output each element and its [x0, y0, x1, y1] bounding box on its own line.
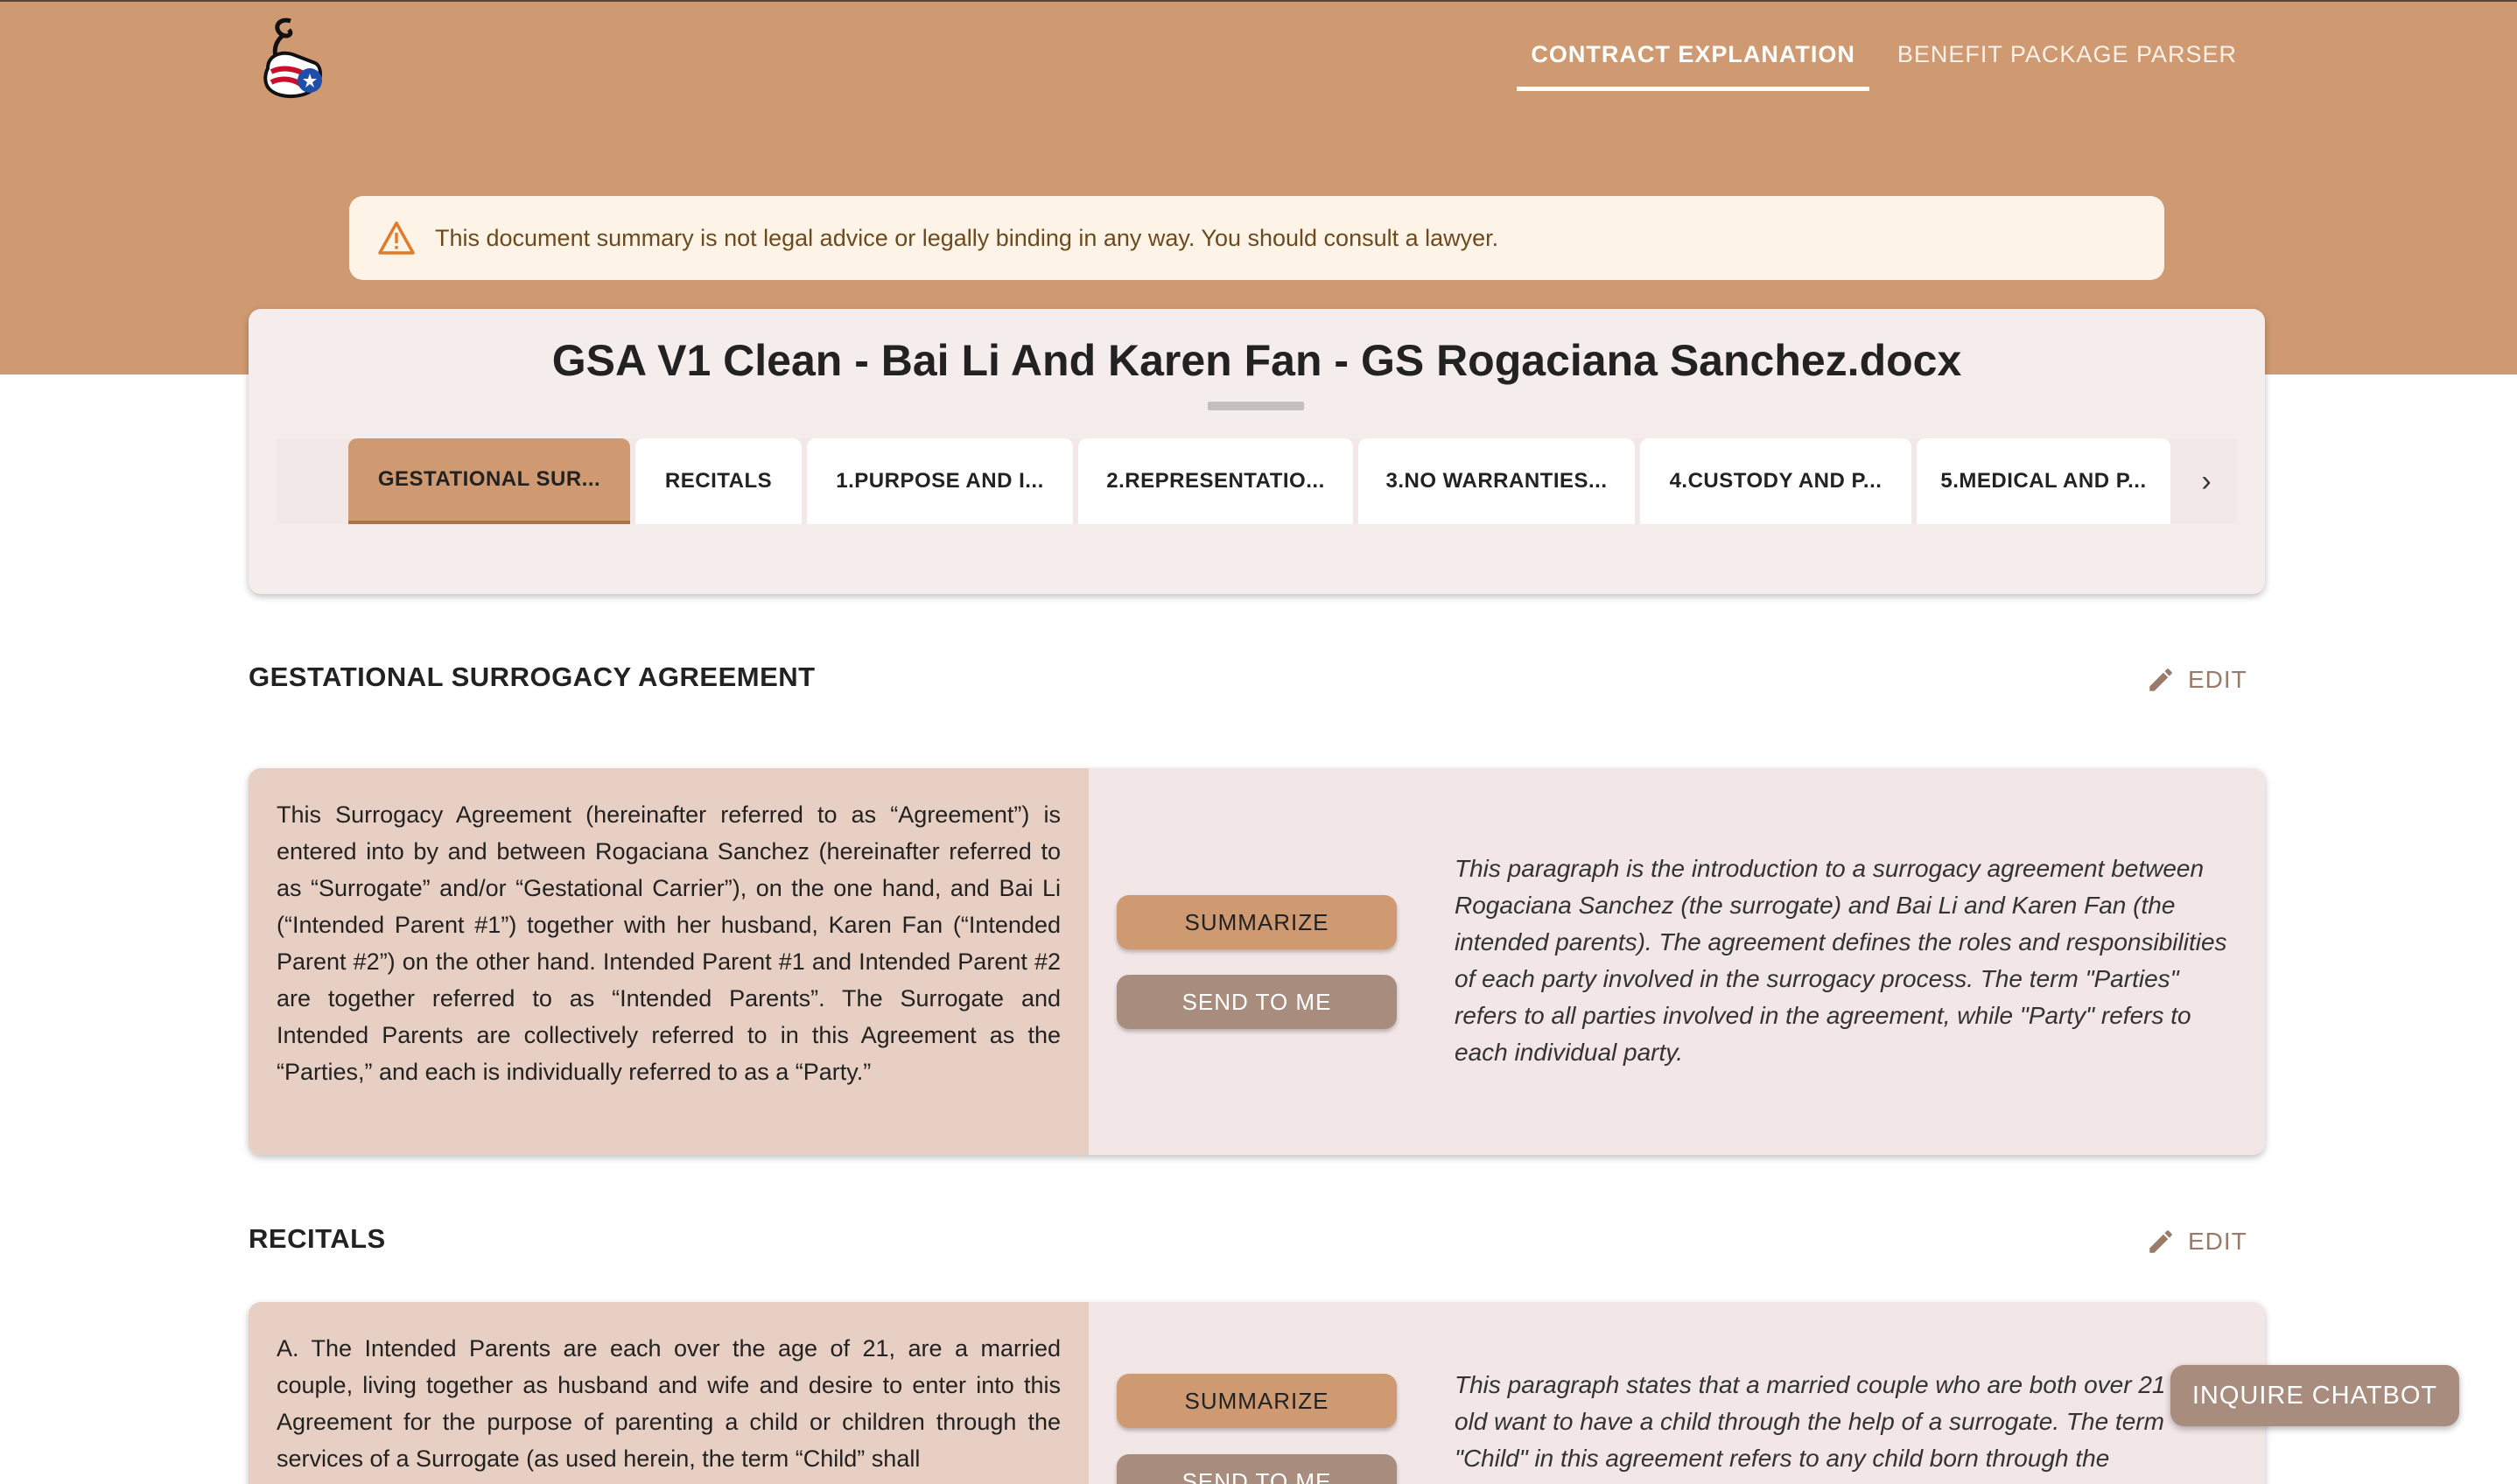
edit-button-recitals[interactable]: EDIT	[2146, 1227, 2247, 1256]
summarize-button[interactable]: SUMMARIZE	[1117, 1374, 1397, 1428]
tab-medical[interactable]: 5.MEDICAL AND P...	[1917, 438, 2170, 524]
top-nav: CONTRACT EXPLANATION BENEFIT PACKAGE PAR…	[1517, 37, 2251, 91]
title-divider	[1208, 402, 1304, 410]
nav-tab-benefit-package-parser[interactable]: BENEFIT PACKAGE PARSER	[1883, 37, 2251, 91]
edit-label: EDIT	[2188, 1228, 2247, 1255]
edit-label: EDIT	[2188, 666, 2247, 693]
tab-custody[interactable]: 4.CUSTODY AND P...	[1640, 438, 1911, 524]
app-logo[interactable]	[254, 14, 333, 105]
tab-purpose[interactable]: 1.PURPOSE AND I...	[807, 438, 1073, 524]
original-text: This Surrogacy Agreement (hereinafter re…	[249, 768, 1089, 1155]
tab-gestational-surrogacy[interactable]: GESTATIONAL SUR...	[348, 438, 630, 524]
send-to-me-button[interactable]: SEND TO ME	[1117, 1454, 1397, 1484]
inquire-chatbot-button[interactable]: INQUIRE CHATBOT	[2170, 1365, 2459, 1426]
tab-representations[interactable]: 2.REPRESENTATIO...	[1078, 438, 1353, 524]
pencil-icon	[2149, 1230, 2172, 1253]
disclaimer-text: This document summary is not legal advic…	[435, 224, 1499, 251]
section-heading-gestational: GESTATIONAL SURROGACY AGREEMENT	[249, 662, 816, 692]
nav-tab-contract-explanation[interactable]: CONTRACT EXPLANATION	[1517, 37, 1869, 91]
section-tabs: GESTATIONAL SUR... RECITALS 1.PURPOSE AN…	[277, 438, 2237, 524]
summarize-button[interactable]: SUMMARIZE	[1117, 895, 1397, 949]
tab-recitals[interactable]: RECITALS	[635, 438, 802, 524]
pencil-icon	[2149, 668, 2172, 691]
original-text: A. The Intended Parents are each over th…	[249, 1302, 1089, 1484]
section-heading-recitals: RECITALS	[249, 1223, 386, 1254]
edit-button-gestational[interactable]: EDIT	[2146, 665, 2247, 695]
send-to-me-button[interactable]: SEND TO ME	[1117, 975, 1397, 1029]
section-card-gestational: This Surrogacy Agreement (hereinafter re…	[249, 768, 2265, 1155]
tab-no-warranties[interactable]: 3.NO WARRANTIES...	[1358, 438, 1635, 524]
summary-text: This paragraph is the introduction to a …	[1455, 855, 2227, 1066]
tabs-left-gutter	[277, 438, 348, 524]
warning-triangle-icon	[378, 221, 415, 255]
document-title: GSA V1 Clean - Bai Li And Karen Fan - GS…	[551, 336, 1962, 385]
summary-text: This paragraph states that a married cou…	[1455, 1371, 2233, 1472]
document-card: GSA V1 Clean - Bai Li And Karen Fan - GS…	[249, 309, 2265, 594]
chevron-right-icon[interactable]: ›	[2176, 438, 2237, 524]
disclaimer-banner: This document summary is not legal advic…	[349, 196, 2164, 280]
section-card-recitals: A. The Intended Parents are each over th…	[249, 1302, 2265, 1484]
